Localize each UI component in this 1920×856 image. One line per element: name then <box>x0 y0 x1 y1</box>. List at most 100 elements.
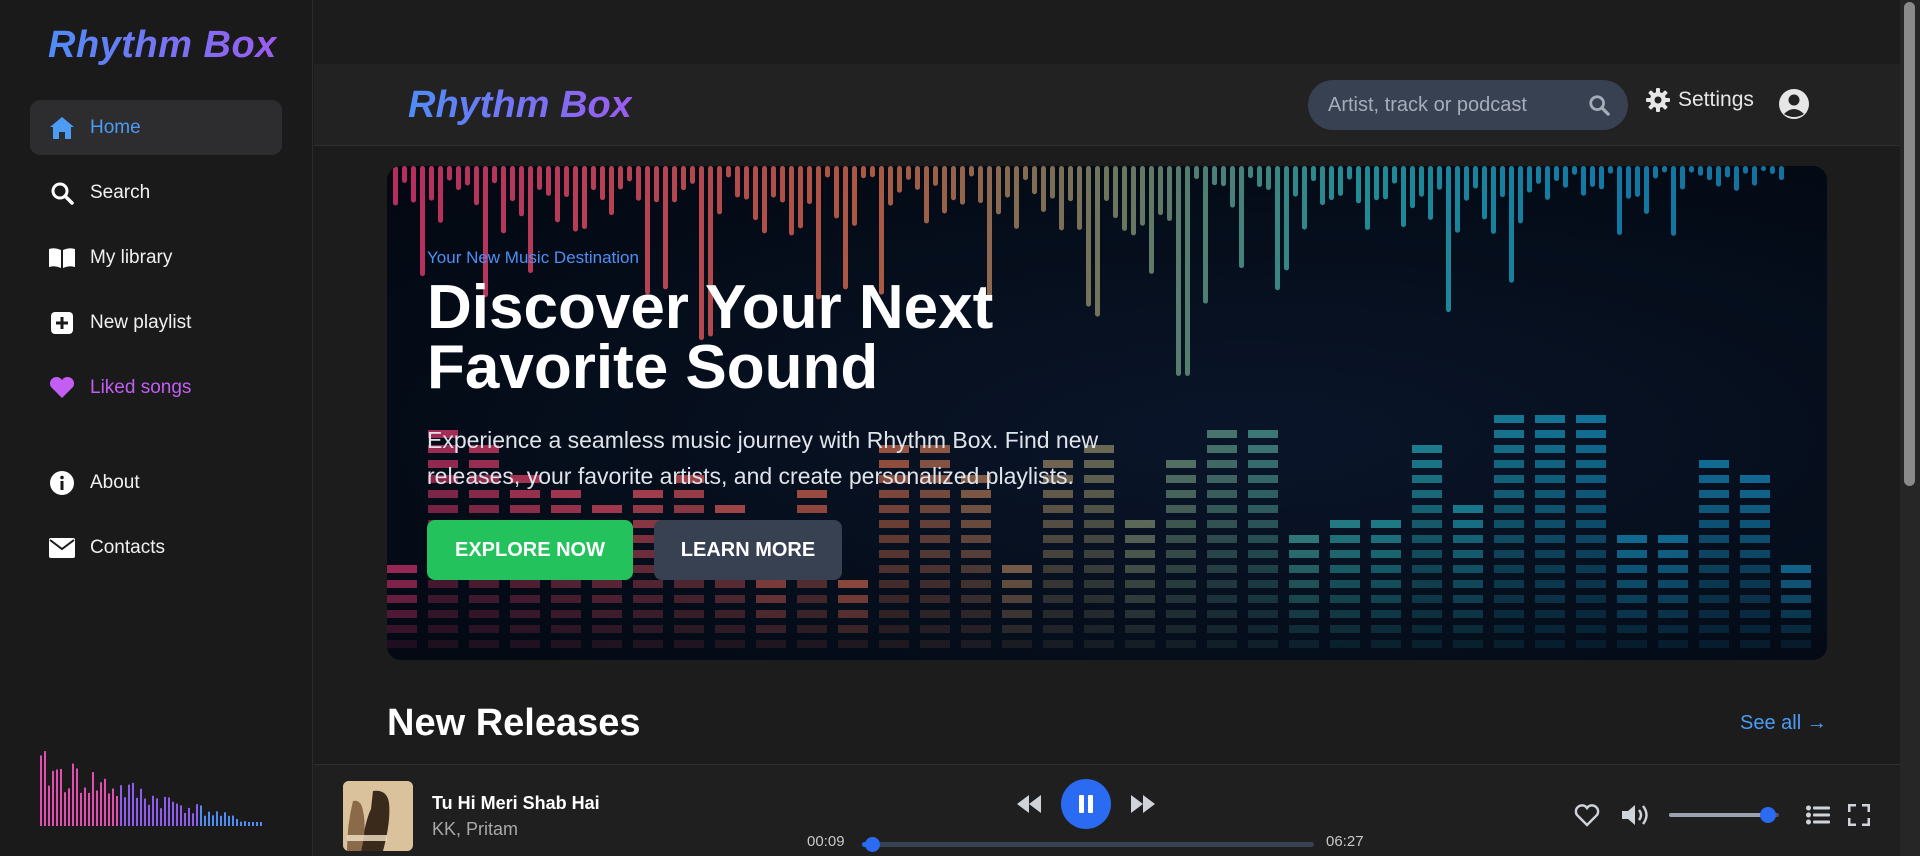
hero-banner: Your New Music Destination Discover Your… <box>387 166 1827 660</box>
sidebar-nav: Home Search My library New playlist Like… <box>30 100 282 585</box>
sidebar-wave-bar <box>88 792 90 826</box>
explore-now-button[interactable]: EXPLORE NOW <box>427 520 633 580</box>
sidebar-item-label: Liked songs <box>90 376 192 398</box>
home-icon <box>48 114 76 142</box>
hero-title: Discover Your Next Favorite Sound <box>427 273 994 402</box>
scrollbar-thumb[interactable] <box>1904 2 1915 486</box>
header: Rhythm Box Settings <box>314 64 1900 146</box>
sidebar-item-label: About <box>90 471 140 493</box>
sidebar-wave-bar <box>72 763 74 826</box>
hero-audio-visualizer <box>387 166 1827 660</box>
sidebar-logo[interactable]: Rhythm Box <box>48 24 277 67</box>
sidebar-item-label: Contacts <box>90 536 165 558</box>
see-all-link[interactable]: See all → <box>1740 712 1827 735</box>
duration-time: 06:27 <box>1326 833 1364 850</box>
pause-icon <box>1079 795 1093 813</box>
sidebar-wave-bar <box>48 785 50 826</box>
elapsed-time: 00:09 <box>807 833 845 850</box>
volume-icon[interactable] <box>1620 802 1652 828</box>
track-title[interactable]: Tu Hi Meri Shab Hai <box>432 793 600 814</box>
sidebar-wave-bar <box>136 797 138 826</box>
volume-handle[interactable] <box>1760 807 1776 823</box>
sidebar-wave-bar <box>164 796 166 826</box>
sidebar-wave-bar <box>236 818 238 826</box>
sidebar-wave-bar <box>76 768 78 826</box>
sidebar-wave-bar <box>116 795 118 826</box>
sidebar-wave-bar <box>204 815 206 826</box>
sidebar-wave-bar <box>260 822 262 826</box>
user-avatar-icon[interactable] <box>1778 88 1810 120</box>
sidebar-item-liked-songs[interactable]: Liked songs <box>30 360 282 415</box>
search-icon <box>48 179 76 207</box>
sidebar-wave-bar <box>40 755 42 826</box>
pause-button[interactable] <box>1061 779 1111 829</box>
sidebar-item-library[interactable]: My library <box>30 230 282 285</box>
info-icon <box>48 469 76 497</box>
header-logo[interactable]: Rhythm Box <box>408 84 632 127</box>
sidebar-wave-bar <box>220 815 222 826</box>
sidebar-wave-bar <box>196 804 198 826</box>
page-scrollbar[interactable] <box>1900 0 1920 856</box>
sidebar-waveform-decoration <box>40 751 262 826</box>
progress-bar[interactable] <box>862 837 1314 852</box>
sidebar-wave-bar <box>92 772 94 826</box>
queue-list-icon[interactable] <box>1806 805 1830 825</box>
sidebar-wave-bar <box>60 768 62 826</box>
track-artist[interactable]: KK, Pritam <box>432 819 518 840</box>
sidebar-wave-bar <box>64 792 66 826</box>
sidebar-item-home[interactable]: Home <box>30 100 282 155</box>
sidebar-wave-bar <box>252 822 254 826</box>
sidebar-item-search[interactable]: Search <box>30 165 282 220</box>
sidebar-item-label: Search <box>90 181 151 203</box>
gear-icon <box>1646 88 1670 112</box>
player-bar: Tu Hi Meri Shab Hai KK, Pritam 00:09 06:… <box>314 764 1900 856</box>
sidebar-wave-bar <box>248 822 250 826</box>
volume-slider[interactable] <box>1669 807 1779 823</box>
sidebar-item-about[interactable]: About <box>30 455 282 510</box>
sidebar-wave-bar <box>212 815 214 826</box>
sidebar-wave-bar <box>184 813 186 826</box>
plus-square-icon <box>48 309 76 337</box>
sidebar-wave-bar <box>112 788 114 826</box>
sidebar-wave-bar <box>160 808 162 826</box>
sidebar-wave-bar <box>156 798 158 826</box>
sidebar-wave-bar <box>148 804 150 826</box>
sidebar-wave-bar <box>132 782 134 826</box>
nav-divider <box>30 425 282 455</box>
fast-forward-icon[interactable] <box>1129 793 1157 815</box>
sidebar-wave-bar <box>188 807 190 826</box>
settings-button[interactable]: Settings <box>1646 88 1754 112</box>
sidebar-wave-bar <box>256 822 258 826</box>
sidebar: Rhythm Box Home Search My library New pl… <box>0 0 313 856</box>
envelope-icon <box>48 534 76 562</box>
settings-label: Settings <box>1678 88 1754 111</box>
rewind-icon[interactable] <box>1015 793 1043 815</box>
search-input[interactable] <box>1328 93 1568 117</box>
sidebar-item-new-playlist[interactable]: New playlist <box>30 295 282 350</box>
sidebar-wave-bar <box>168 797 170 826</box>
sidebar-wave-bar <box>240 821 242 826</box>
sidebar-wave-bar <box>84 787 86 826</box>
sidebar-item-contacts[interactable]: Contacts <box>30 520 282 575</box>
sidebar-wave-bar <box>224 812 226 826</box>
learn-more-button[interactable]: LEARN MORE <box>654 520 842 580</box>
sidebar-item-label: Home <box>90 116 141 138</box>
heart-icon <box>48 374 76 402</box>
fullscreen-icon[interactable] <box>1848 804 1870 826</box>
sidebar-wave-bar <box>80 792 82 826</box>
sidebar-wave-bar <box>244 821 246 826</box>
sidebar-wave-bar <box>56 769 58 826</box>
sidebar-wave-bar <box>176 803 178 826</box>
search-icon[interactable] <box>1588 94 1610 121</box>
sidebar-wave-bar <box>52 770 54 826</box>
sidebar-wave-bar <box>96 790 98 826</box>
heart-outline-icon[interactable] <box>1574 803 1600 827</box>
sidebar-wave-bar <box>232 815 234 826</box>
volume-fill <box>1669 813 1768 817</box>
sidebar-wave-bar <box>228 815 230 826</box>
progress-handle[interactable] <box>865 837 881 852</box>
album-cover[interactable] <box>343 781 413 851</box>
sidebar-wave-bar <box>140 788 142 826</box>
sidebar-wave-bar <box>68 788 70 826</box>
new-releases-title: New Releases <box>387 702 641 744</box>
